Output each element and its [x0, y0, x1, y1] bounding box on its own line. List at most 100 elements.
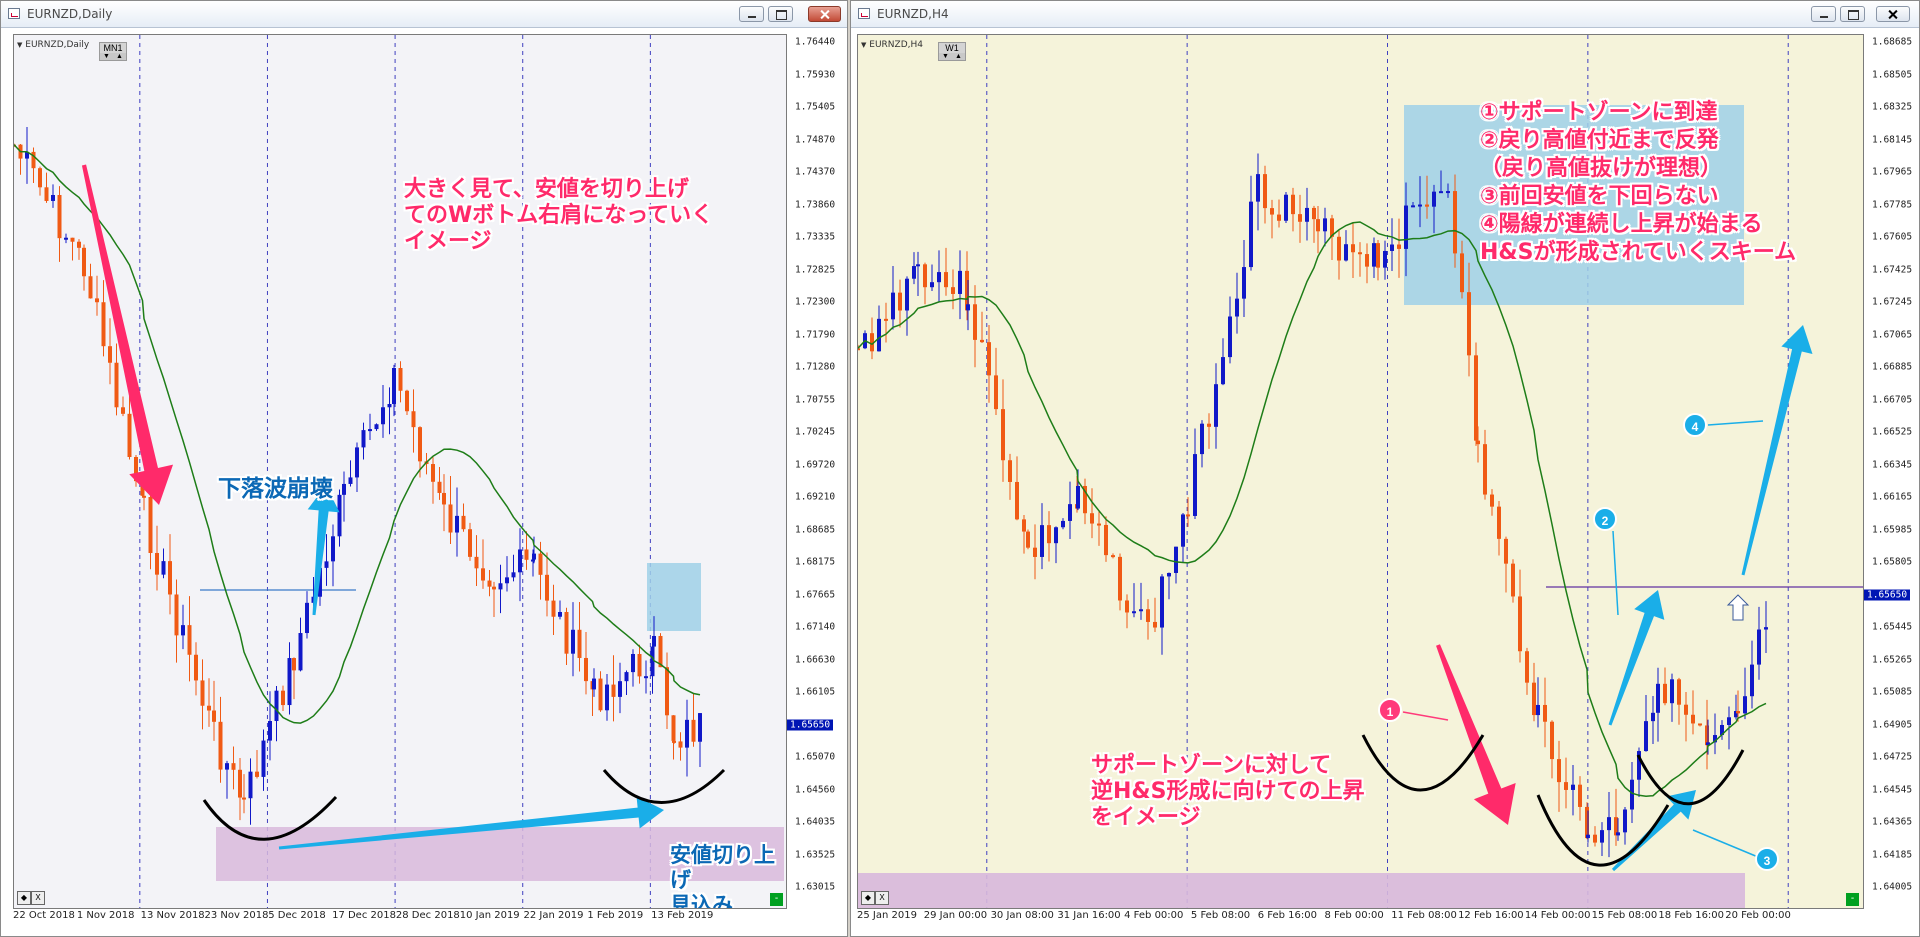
- dropdown-triangle-icon: ▼: [861, 41, 867, 49]
- bear-candle: [418, 427, 422, 462]
- bear-candle: [1186, 514, 1190, 517]
- annotation-higher-low: 安値切り上げ 見込み: [670, 843, 775, 909]
- bull-candle: [1644, 721, 1648, 752]
- bear-candle: [1532, 682, 1536, 716]
- bull-candle: [1607, 817, 1611, 831]
- chart-close-icon[interactable]: X: [31, 891, 45, 905]
- time-tick: 28 Dec 2018: [395, 910, 460, 921]
- current-price-label: 1.65650: [787, 719, 834, 730]
- bear-candle: [1736, 711, 1740, 714]
- bear-candle: [1698, 723, 1702, 726]
- price-tick: 1.63015: [795, 881, 836, 893]
- minimize-button[interactable]: [739, 6, 764, 22]
- timeframe-down-icon[interactable]: ▼: [942, 53, 949, 60]
- bear-candle: [1153, 621, 1157, 628]
- price-tick: 1.66525: [1872, 426, 1913, 438]
- chart-window-h4[interactable]: EURNZD,H4 ▼ EURNZD,H4 W1 ▼ ▲ ①サポートゾーンに到達 …: [850, 0, 1920, 937]
- price-tick: 1.70755: [795, 394, 836, 405]
- maximize-button[interactable]: [768, 6, 793, 22]
- timeframe-button-mn1[interactable]: MN1 ▼ ▲: [99, 42, 127, 61]
- chart-shift-icon[interactable]: ◆: [861, 891, 875, 905]
- price-tick: 1.65265: [1872, 654, 1913, 665]
- bull-candle: [1383, 250, 1387, 268]
- bull-candle: [1139, 609, 1143, 612]
- bear-candle: [127, 413, 132, 457]
- title-bar[interactable]: EURNZD,H4: [851, 1, 1919, 28]
- bull-candle: [1200, 423, 1204, 455]
- bear-candle: [431, 464, 435, 482]
- price-chart-area[interactable]: ▼ EURNZD,H4 W1 ▼ ▲ ①サポートゾーンに到達 ②戻り高値付近まで反…: [857, 34, 1864, 909]
- bear-candle: [577, 629, 582, 658]
- time-tick: 14 Feb 00:00: [1524, 910, 1591, 921]
- bear-candle: [858, 348, 860, 351]
- bear-candle: [1358, 252, 1362, 255]
- price-axis: 1.76440 1.75930 1.75405 1.74870 1.74370 1.738…: [787, 34, 847, 909]
- bull-candle: [1323, 218, 1327, 232]
- bull-candle: [392, 367, 396, 405]
- time-tick: 25 Jan 2019: [857, 910, 917, 921]
- bear-candle: [678, 741, 683, 748]
- time-tick: 13 Nov 2018: [140, 910, 205, 921]
- bear-candle: [1476, 440, 1480, 445]
- time-tick: 10 Jan 2019: [459, 910, 520, 921]
- timeframe-up-icon[interactable]: ▲: [116, 53, 123, 60]
- bear-candle: [398, 367, 403, 391]
- autoscroll-indicator[interactable]: -: [1846, 893, 1859, 906]
- bear-candle: [1090, 513, 1094, 524]
- bear-candle: [637, 654, 642, 677]
- price-tick: 1.66630: [795, 654, 836, 665]
- timeframe-label: MN1: [103, 43, 123, 53]
- bull-candle: [181, 625, 185, 636]
- step-badge-2: 2: [1593, 507, 1617, 531]
- bull-candle: [1040, 525, 1044, 557]
- bull-candle: [355, 447, 359, 478]
- bull-candle: [387, 404, 392, 408]
- bear-candle: [1277, 214, 1281, 221]
- bear-candle: [1684, 704, 1688, 715]
- bear-candle: [1001, 409, 1005, 461]
- bear-candle: [994, 375, 998, 410]
- price-tick: 1.71280: [795, 361, 836, 373]
- bull-candle: [1586, 834, 1590, 839]
- bear-candle: [1104, 524, 1108, 556]
- close-icon: [813, 7, 840, 21]
- price-chart-area[interactable]: ▼ EURNZD,Daily MN1 ▼ ▲ 大きく見て、安値を切り上げ てのWボ…: [13, 34, 787, 909]
- maximize-button[interactable]: [1840, 6, 1865, 22]
- price-tick: 1.67785: [1872, 199, 1913, 210]
- timeframe-button-w1[interactable]: W1 ▼ ▲: [938, 42, 966, 61]
- bull-candle: [1284, 194, 1288, 221]
- bear-candle: [411, 411, 416, 428]
- timeframe-down-icon[interactable]: ▼: [103, 53, 110, 60]
- price-tick: 1.68175: [795, 556, 836, 568]
- timeframe-up-icon[interactable]: ▲: [955, 53, 962, 60]
- close-button[interactable]: [1876, 6, 1910, 22]
- chart-window-daily[interactable]: EURNZD,Daily ▼ EURNZD,Daily MN1 ▼ ▲ 大きく見て…: [0, 0, 848, 937]
- downtrend-arrow: [81, 164, 174, 505]
- badge-connector-4: [1707, 420, 1764, 426]
- time-tick: 4 Feb 00:00: [1124, 910, 1184, 921]
- bear-candle: [1467, 292, 1471, 356]
- chart-close-icon[interactable]: X: [875, 891, 889, 905]
- bear-candle: [481, 568, 485, 581]
- bear-candle: [1298, 214, 1302, 222]
- close-button[interactable]: [808, 6, 841, 22]
- bull-candle: [558, 612, 562, 617]
- price-tick: 1.68325: [1872, 101, 1913, 113]
- minimize-button[interactable]: [1811, 6, 1836, 22]
- price-tick: 1.64185: [1872, 849, 1913, 860]
- bear-candle: [174, 594, 179, 636]
- price-tick: 1.64365: [1872, 816, 1913, 828]
- symbol-text: EURNZD,Daily: [25, 40, 90, 50]
- title-bar[interactable]: EURNZD,Daily: [1, 1, 847, 28]
- bear-candle: [1677, 679, 1681, 705]
- price-tick: 1.75930: [795, 69, 836, 80]
- price-tick: 1.65445: [1872, 621, 1913, 633]
- price-tick: 1.64905: [1872, 719, 1913, 730]
- price-tick: 1.65805: [1872, 556, 1913, 568]
- cursor-arrow-icon: [1726, 594, 1750, 621]
- bull-candle: [337, 494, 342, 537]
- badge-connector-2: [1612, 530, 1619, 616]
- bull-candle: [532, 553, 536, 560]
- chart-shift-icon[interactable]: ◆: [17, 891, 31, 905]
- bear-candle: [658, 635, 663, 668]
